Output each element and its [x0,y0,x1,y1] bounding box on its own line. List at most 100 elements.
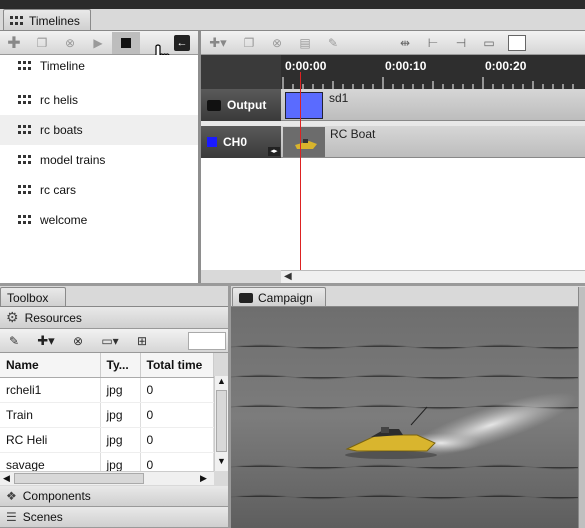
scenes-label: Scenes [22,510,63,524]
scroll-left-icon[interactable]: ◀ [3,473,10,484]
track-name: CH0 [223,135,248,149]
delete-timeline-button[interactable]: ⊗ [56,32,84,54]
clip-thumbnail[interactable] [283,127,325,157]
collapse-button[interactable]: ← [168,32,196,54]
column-header[interactable]: Ty... [100,353,141,378]
column-header[interactable]: Total time [140,353,214,378]
stop-icon [121,37,131,48]
play-icon: ▶ [93,35,103,50]
align-right-button[interactable]: ⊣ [447,32,475,54]
layout-icon: ▭ [483,35,495,50]
stop-button[interactable] [112,31,140,54]
list-item[interactable]: Timeline [0,55,198,77]
column-header[interactable]: Name [0,353,101,378]
top-strip [0,0,585,9]
timeline-hscrollbar[interactable]: ◀ [281,270,585,283]
align-left-icon: ⊢ [427,35,439,50]
track-header-output[interactable]: Output [201,89,281,121]
add-timeline-button[interactable]: ✚ [0,32,28,54]
track-row-ch0: RC Boat [281,126,585,158]
add-resource-button[interactable]: ✚▾ [28,330,64,352]
cell: 0 [140,402,214,428]
distribute-button[interactable]: ⇹ [391,32,419,54]
scroll-right-icon[interactable]: ▶ [200,473,207,484]
resources-vscrollbar[interactable]: ▲ ▼ [214,376,228,471]
cell: rcheli1 [0,377,101,403]
resource-search-input[interactable] [188,332,226,350]
delete-circle-icon: ⊗ [72,333,84,348]
resources-header[interactable]: ⚙ Resources [0,307,228,329]
list-item[interactable]: model trains [0,145,198,175]
timeline-editor-toolbar: ✚▾ ❐ ⊗ ▤ ✎ ⇹ ⊢ ⊣ ▭ [201,31,585,55]
timeline-list: Timeline rc helis rc boats model trains … [0,55,198,283]
clip-label: sd1 [329,91,349,105]
monitor-icon [239,292,253,303]
edit-button[interactable]: ✎ [319,32,347,54]
components-icon: ❖ [6,489,17,503]
list-item[interactable]: rc helis [0,85,198,115]
boat-preview-image [231,307,585,528]
horizontal-splitter[interactable] [0,283,585,286]
list-item[interactable]: welcome [0,205,198,235]
scenes-header[interactable]: ☰ Scenes [0,507,228,528]
edit-icon: ✎ [8,333,20,348]
snap-toggle-button[interactable] [503,32,531,54]
scroll-up-icon[interactable]: ▲ [217,376,226,386]
timelines-tab[interactable]: Timelines [3,9,91,31]
toolbox-tab-label: Toolbox [7,290,49,305]
monitor-icon [207,99,221,111]
delete-resource-button[interactable]: ⊗ [64,330,92,352]
cell: jpg [100,377,141,403]
clip-label: RC Boat [330,127,376,141]
track-row-output: sd1 [281,89,585,121]
hierarchy-icon: ⊞ [136,333,148,348]
list-item[interactable]: rc boats [0,115,198,145]
scenes-icon: ☰ [6,510,17,524]
distribute-icon: ⇹ [399,35,411,50]
grid-icon [18,125,32,135]
table-row[interactable]: savage jpg 0 [0,452,214,471]
cell: 0 [140,427,214,453]
plus-dropdown-icon: ✚▾ [209,34,227,50]
resources-hscrollbar[interactable]: ◀ ▶ [0,471,214,485]
list-item-label: welcome [40,213,88,227]
track-name: Output [227,98,267,112]
cell: savage [0,452,101,471]
expand-handle-icon[interactable]: ◂▸ [268,147,280,156]
clip-output[interactable] [285,92,323,119]
edit-icon: ✎ [327,35,339,50]
properties-button[interactable]: ▤ [291,32,319,54]
table-row[interactable]: RC Heli jpg 0 [0,427,214,453]
hierarchy-button[interactable]: ⊞ [128,330,156,352]
scroll-thumb[interactable] [216,390,227,452]
list-item-label: rc cars [40,183,76,197]
table-row[interactable]: Train jpg 0 [0,402,214,428]
boat-thumbnail-icon [283,127,325,157]
timeline-empty-area [201,158,585,270]
time-ruler[interactable]: 0:00:00 0:00:10 0:00:20 [281,55,585,89]
scroll-down-icon[interactable]: ▼ [217,456,226,466]
components-header[interactable]: ❖ Components [0,486,228,507]
channel-color-icon [207,137,217,147]
delete-circle-icon: ⊗ [64,35,76,50]
view-mode-button[interactable]: ▭▾ [92,330,128,352]
copy-track-button[interactable]: ❐ [235,32,263,54]
play-button[interactable]: ▶ [84,32,112,54]
add-track-button[interactable]: ✚▾ [201,32,235,54]
scroll-thumb[interactable] [14,473,144,484]
delete-track-button[interactable]: ⊗ [263,32,291,54]
table-row[interactable]: rcheli1 jpg 0 [0,377,214,403]
edit-resource-button[interactable]: ✎ [0,330,28,352]
layout-button[interactable]: ▭ [475,32,503,54]
copy-timeline-button[interactable]: ❐ [28,32,56,54]
list-item[interactable]: rc cars [0,175,198,205]
campaign-tab[interactable]: Campaign [232,287,326,307]
cell: jpg [100,402,141,428]
scroll-left-icon[interactable]: ◀ [284,271,292,282]
toolbox-tab[interactable]: Toolbox [0,287,66,307]
align-left-button[interactable]: ⊢ [419,32,447,54]
playhead[interactable] [300,72,301,270]
align-right-icon: ⊣ [455,35,467,50]
list-view-icon: ▭▾ [101,333,119,348]
